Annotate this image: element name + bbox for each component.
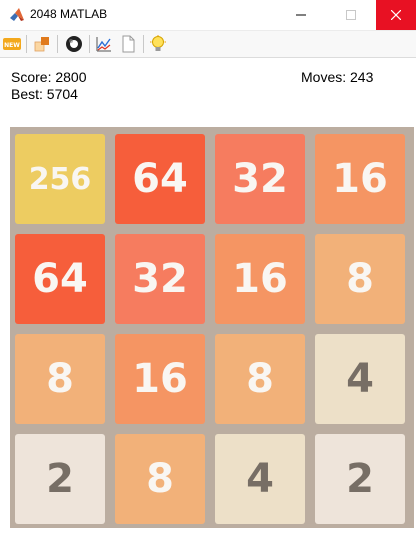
tile-r4-c4: 2 (315, 434, 405, 524)
maximize-icon (346, 10, 356, 20)
ai-button[interactable] (64, 34, 84, 54)
undo-icon (34, 37, 49, 52)
tile-r3-c3: 8 (215, 334, 305, 424)
hint-bulb-icon (150, 35, 166, 51)
best-score-text: Best: 5704 (11, 86, 78, 102)
stats-button[interactable] (94, 34, 114, 54)
minimize-icon (296, 14, 306, 16)
tile-r1-c1: 256 (15, 134, 105, 224)
hint-button[interactable] (148, 34, 168, 54)
game-board[interactable]: 256 64 32 16 64 32 16 8 8 16 8 4 2 8 4 2 (10, 127, 414, 528)
new-game-button[interactable]: NEW (2, 34, 22, 54)
close-icon (391, 10, 401, 20)
blank-page-button[interactable] (118, 34, 138, 54)
new-label: NEW (4, 42, 20, 49)
new-game-icon: NEW (3, 38, 21, 50)
tile-r2-c1: 64 (15, 234, 105, 324)
tile-r2-c2: 32 (115, 234, 205, 324)
tile-r4-c3: 4 (215, 434, 305, 524)
tile-r1-c4: 16 (315, 134, 405, 224)
toolbar: NEW (0, 30, 416, 58)
tile-r3-c2: 16 (115, 334, 205, 424)
blank-page-icon (122, 35, 135, 53)
score-text: Score: 2800 (11, 69, 87, 85)
ai-ball-icon (66, 36, 82, 52)
moves-text: Moves: 243 (301, 69, 374, 85)
tile-r2-c3: 16 (215, 234, 305, 324)
tile-r3-c4: 4 (315, 334, 405, 424)
tile-r4-c2: 8 (115, 434, 205, 524)
minimize-button[interactable] (278, 0, 324, 30)
close-button[interactable] (376, 0, 416, 30)
matlab-logo-icon (10, 8, 24, 21)
stats-chart-icon (96, 37, 111, 52)
tile-r1-c3: 32 (215, 134, 305, 224)
tile-r1-c2: 64 (115, 134, 205, 224)
undo-button[interactable] (32, 34, 52, 54)
maximize-button[interactable] (328, 0, 374, 30)
toolbar-separator (57, 35, 58, 53)
tile-r3-c1: 8 (15, 334, 105, 424)
toolbar-separator (143, 35, 144, 53)
tile-r4-c1: 2 (15, 434, 105, 524)
window-title: 2048 MATLAB (30, 7, 108, 21)
title-bar: 2048 MATLAB (0, 0, 416, 30)
toolbar-separator (89, 35, 90, 53)
toolbar-separator (26, 35, 27, 53)
tile-r2-c4: 8 (315, 234, 405, 324)
